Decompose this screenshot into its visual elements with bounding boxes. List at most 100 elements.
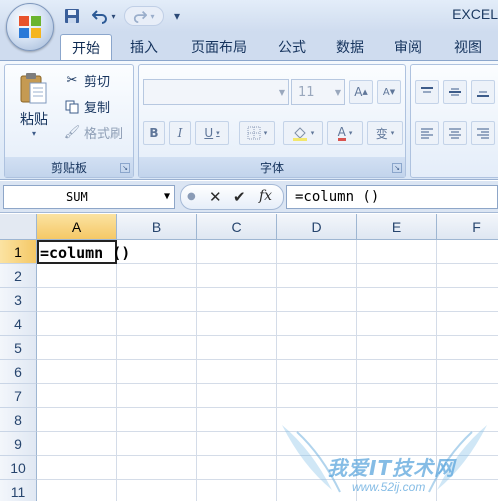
- gridline: [37, 359, 498, 360]
- gridline: [37, 479, 498, 480]
- name-box[interactable]: SUM ▼: [3, 185, 175, 209]
- tab-insert[interactable]: 插入: [120, 34, 168, 60]
- row-header[interactable]: 3: [0, 288, 37, 312]
- insert-function-icon[interactable]: fx: [259, 188, 272, 204]
- cut-button[interactable]: ✂ 剪切: [63, 71, 110, 90]
- grow-font-icon: A: [354, 85, 363, 99]
- align-left-icon: [421, 128, 433, 139]
- tab-data[interactable]: 数据: [328, 34, 372, 60]
- column-header-e[interactable]: E: [357, 214, 437, 240]
- gridline: [37, 287, 498, 288]
- row-header[interactable]: 2: [0, 264, 37, 288]
- font-group: ▼ 11 ▼ A ▲ A ▼ B I U ▾ ▾ ▾ A ▾ 变 ▾ 字体 ↘: [138, 64, 406, 178]
- gridline: [37, 431, 498, 432]
- redo-dropdown-icon[interactable]: ▾: [150, 12, 154, 21]
- borders-icon: [247, 126, 261, 140]
- gridline: [436, 240, 437, 501]
- phonetic-guide-button[interactable]: 变 ▾: [367, 121, 403, 145]
- gridline: [196, 240, 197, 501]
- column-header-d[interactable]: D: [277, 214, 357, 240]
- window-title: EXCEL: [452, 6, 498, 22]
- gridline: [37, 335, 498, 336]
- align-right-icon: [477, 128, 489, 139]
- paste-dropdown-icon[interactable]: ▾: [32, 129, 36, 138]
- align-top-button[interactable]: [415, 80, 439, 104]
- italic-button[interactable]: I: [169, 121, 191, 145]
- copy-button[interactable]: 复制: [63, 97, 110, 116]
- align-middle-button[interactable]: [443, 80, 467, 104]
- clipboard-group-label: 剪贴板: [5, 157, 133, 177]
- shrink-font-button[interactable]: A ▼: [377, 80, 401, 104]
- tab-home[interactable]: 开始: [60, 34, 112, 60]
- gridline: [37, 407, 498, 408]
- alignment-group: [410, 64, 498, 178]
- underline-button[interactable]: U ▾: [195, 121, 229, 145]
- font-size-select[interactable]: 11 ▼: [291, 79, 345, 105]
- office-button[interactable]: [6, 3, 54, 51]
- cell-a1[interactable]: =column (): [40, 241, 130, 265]
- formula-input[interactable]: =column (): [286, 185, 498, 209]
- align-bottom-icon: [477, 91, 489, 97]
- gridline: [37, 311, 498, 312]
- cut-label: 剪切: [84, 75, 111, 90]
- format-painter-button[interactable]: 🖌 格式刷: [63, 123, 123, 142]
- font-dialog-launcher-icon[interactable]: ↘: [392, 163, 402, 173]
- font-family-select[interactable]: ▼: [143, 79, 289, 105]
- borders-button[interactable]: ▾: [239, 121, 275, 145]
- row-header[interactable]: 10: [0, 456, 37, 480]
- ribbon: 粘贴 ▾ ✂ 剪切 复制 🖌 格式刷 剪贴板 ↘ ▼ 11 ▼ A ▲ A ▼ …: [0, 60, 498, 180]
- bold-button[interactable]: B: [143, 121, 165, 145]
- save-icon[interactable]: [62, 6, 82, 26]
- row-header[interactable]: 8: [0, 408, 37, 432]
- font-group-label: 字体: [139, 157, 405, 177]
- row-header[interactable]: 1: [0, 240, 37, 264]
- formula-buttons: ● ✕ ✔ fx: [180, 184, 284, 210]
- shrink-font-icon: A: [382, 86, 390, 98]
- fill-color-button[interactable]: ▾: [283, 121, 323, 145]
- title-bar: ▾ ▾ ▾ EXCEL: [0, 0, 498, 32]
- column-header-b[interactable]: B: [117, 214, 197, 240]
- chevron-down-icon: ▼: [334, 88, 341, 97]
- row-header[interactable]: 11: [0, 480, 37, 501]
- align-middle-icon: [449, 88, 461, 96]
- customize-quick-access-icon[interactable]: ▾: [170, 6, 184, 26]
- office-logo-icon: [19, 16, 41, 38]
- tab-review[interactable]: 审阅: [386, 34, 430, 60]
- copy-label: 复制: [84, 101, 111, 116]
- font-color-button[interactable]: A ▾: [327, 121, 363, 145]
- undo-icon[interactable]: ▾: [88, 6, 120, 26]
- row-header[interactable]: 5: [0, 336, 37, 360]
- select-all-button[interactable]: [0, 214, 37, 240]
- redo-icon[interactable]: ▾: [124, 6, 164, 26]
- cancel-icon[interactable]: ✕: [209, 188, 222, 206]
- grow-font-button[interactable]: A ▲: [349, 80, 373, 104]
- tab-view[interactable]: 视图: [444, 34, 492, 60]
- column-header-f[interactable]: F: [437, 214, 498, 240]
- align-bottom-button[interactable]: [471, 80, 495, 104]
- chevron-down-icon[interactable]: ▼: [164, 191, 170, 202]
- paste-icon: [20, 73, 47, 104]
- paste-button[interactable]: 粘贴 ▾: [13, 71, 55, 138]
- column-header-a[interactable]: A: [37, 214, 117, 240]
- enter-icon[interactable]: ✔: [233, 188, 246, 206]
- undo-dropdown-icon[interactable]: ▾: [111, 12, 115, 21]
- align-right-button[interactable]: [471, 121, 495, 145]
- gridline: [116, 240, 117, 501]
- row-header[interactable]: 9: [0, 432, 37, 456]
- underline-icon: U: [204, 126, 214, 140]
- row-header[interactable]: 6: [0, 360, 37, 384]
- worksheet-grid: A B C D E F 1 2 3 4 5 6 7 8 9 10 11 =col…: [0, 214, 498, 501]
- tab-page-layout[interactable]: 页面布局: [182, 34, 256, 60]
- row-header[interactable]: 4: [0, 312, 37, 336]
- tab-formulas[interactable]: 公式: [270, 34, 314, 60]
- row-header[interactable]: 7: [0, 384, 37, 408]
- align-left-button[interactable]: [415, 121, 439, 145]
- scissors-icon: ✂: [66, 73, 78, 88]
- font-size-value: 11: [298, 84, 315, 100]
- formula-bar: SUM ▼ ● ✕ ✔ fx =column (): [0, 181, 498, 213]
- ribbon-tabs: 开始 插入 页面布局 公式 数据 审阅 视图: [0, 32, 498, 60]
- align-center-button[interactable]: [443, 121, 467, 145]
- gridline: [356, 240, 357, 501]
- column-header-c[interactable]: C: [197, 214, 277, 240]
- clipboard-dialog-launcher-icon[interactable]: ↘: [120, 163, 130, 173]
